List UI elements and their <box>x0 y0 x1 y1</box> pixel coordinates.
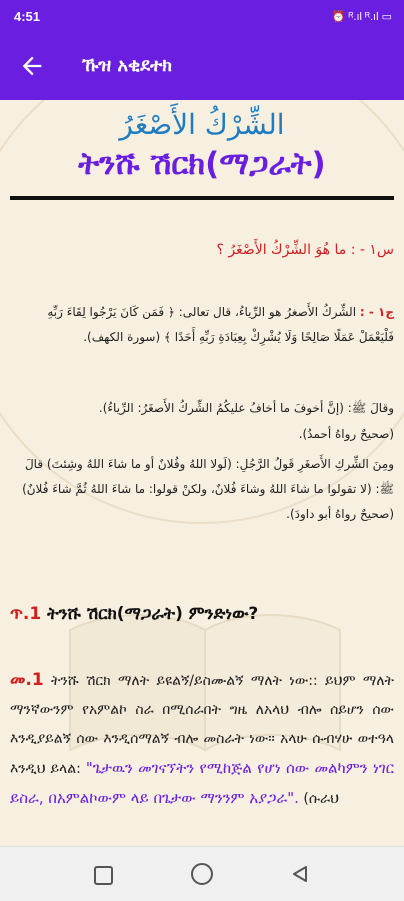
answer-1-block: ج١ - : الشِّركُ الأَصغرُ هو الرِّياءُ، ق… <box>10 300 394 350</box>
status-time: 4:51 <box>14 9 41 24</box>
question-1-arabic: س١ - : ما هُوَ الشِّرْكُ الأَصْغَرُ ؟ <box>216 242 394 258</box>
home-icon[interactable] <box>191 863 213 885</box>
question-2: ጥ.1 ትንሹ ሽርክ(ማጋራት) ምንድነው? <box>10 604 394 624</box>
answer-1-line-3: (صحيحٌ رواهُ أحمدُ). <box>298 427 394 441</box>
recents-icon[interactable] <box>94 866 113 885</box>
status-bar: 4:51 ⏰ ᴿ.ıl ᴿ.ıl ▭ <box>0 0 404 36</box>
question-2-number: ጥ.1 <box>10 604 42 624</box>
answer-1-line-1: الشِّركُ الأَصغرُ هو الرِّياءُ، قال تعال… <box>47 305 394 344</box>
question-2-text: ትንሹ ሽርክ(ማጋራት) ምንድነው? <box>47 604 259 624</box>
content-area[interactable]: الشِّرْكُ الأَصْغَرُ ትንሹ ሽርክ(ማጋራት) س١ - … <box>0 100 404 846</box>
answer-1-label: ج١ - : <box>359 305 394 319</box>
app-bar: ኹዝ አቂደተክ <box>0 36 404 100</box>
answer-2-number: መ.1 <box>10 670 44 690</box>
answer-2-source: (ሱራህ <box>303 791 339 807</box>
heading-arabic: الشِّرْكُ الأَصْغَرُ <box>119 108 285 141</box>
heading-amharic: ትንሹ ሽርክ(ማጋራት) <box>78 146 326 182</box>
nav-back-icon[interactable] <box>290 864 310 884</box>
answer-2: መ.1 ትንሹ ሽርክ ማለት ይዩልኝ/ይስሙልኝ ማለት ነው:: ይህም … <box>10 666 394 814</box>
page-title: ኹዝ አቂደተክ <box>82 55 172 76</box>
status-icons: ⏰ ᴿ.ıl ᴿ.ıl ▭ <box>331 11 392 23</box>
heading-divider <box>10 196 394 200</box>
back-arrow-icon[interactable] <box>18 52 46 80</box>
answer-1-line-2: وقالَ ﷺ: (إنَّ أخوفَ ما أخافُ عليكُمُ ال… <box>98 401 394 415</box>
system-nav-bar <box>0 846 404 901</box>
answer-1-line-4: ومِنَ الشِّركِ الأَصغَرِ قَولُ الرَّجُلِ… <box>22 457 394 521</box>
